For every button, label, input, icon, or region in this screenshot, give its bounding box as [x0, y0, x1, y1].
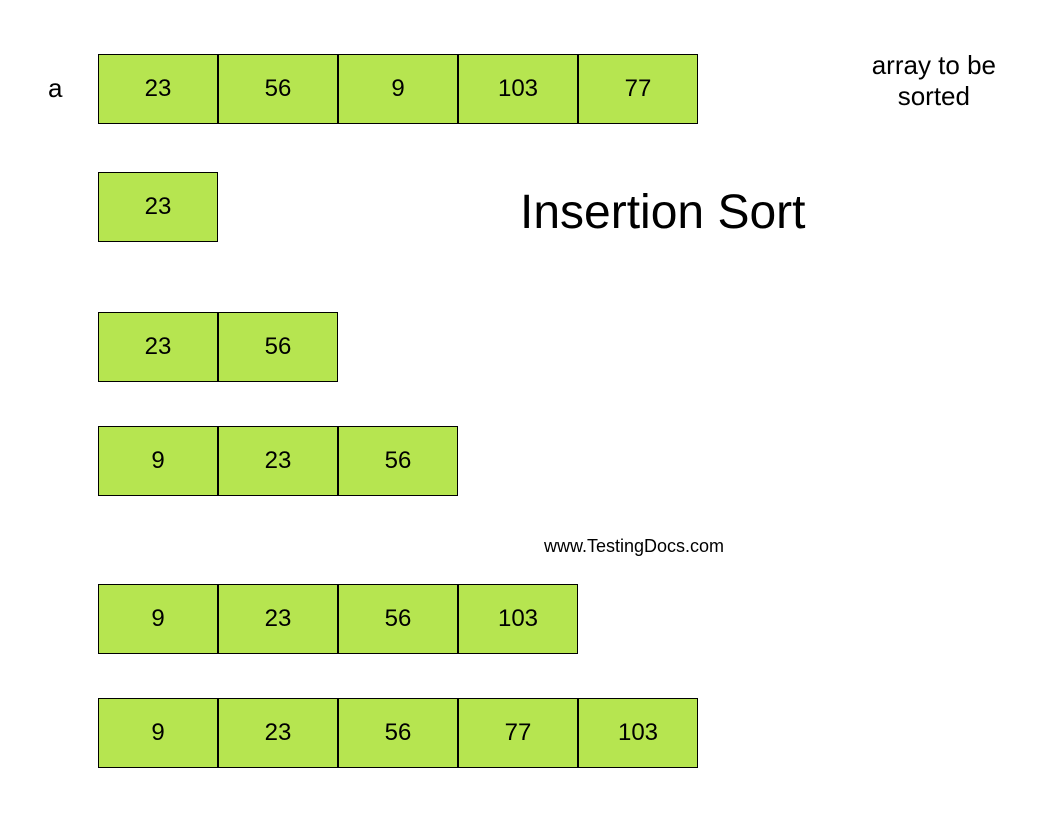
- array-cell: 23: [98, 54, 218, 124]
- array-description-line1: array to be: [872, 50, 996, 80]
- array-cell: 23: [218, 584, 338, 654]
- array-cell: 23: [218, 698, 338, 768]
- diagram-title: Insertion Sort: [520, 185, 805, 240]
- array-row-step1: 23: [98, 172, 218, 242]
- array-cell: 9: [98, 698, 218, 768]
- array-cell: 9: [338, 54, 458, 124]
- array-cell: 56: [338, 426, 458, 496]
- array-cell: 23: [98, 312, 218, 382]
- array-cell: 77: [458, 698, 578, 768]
- array-cell: 103: [578, 698, 698, 768]
- array-row-final: 9 23 56 77 103: [98, 698, 698, 768]
- array-row-step2: 23 56: [98, 312, 338, 382]
- array-cell: 56: [338, 584, 458, 654]
- array-row-initial: 23 56 9 103 77: [98, 54, 698, 124]
- array-cell: 56: [338, 698, 458, 768]
- array-cell: 56: [218, 54, 338, 124]
- array-cell: 9: [98, 584, 218, 654]
- array-cell: 56: [218, 312, 338, 382]
- array-cell: 9: [98, 426, 218, 496]
- array-cell: 23: [218, 426, 338, 496]
- array-row-step3: 9 23 56: [98, 426, 458, 496]
- source-credit: www.TestingDocs.com: [544, 536, 724, 557]
- array-description: array to be sorted: [872, 50, 996, 112]
- array-variable-label: a: [48, 73, 62, 104]
- array-row-step4: 9 23 56 103: [98, 584, 578, 654]
- array-cell: 103: [458, 54, 578, 124]
- array-cell: 23: [98, 172, 218, 242]
- array-cell: 77: [578, 54, 698, 124]
- array-description-line2: sorted: [898, 81, 970, 111]
- array-cell: 103: [458, 584, 578, 654]
